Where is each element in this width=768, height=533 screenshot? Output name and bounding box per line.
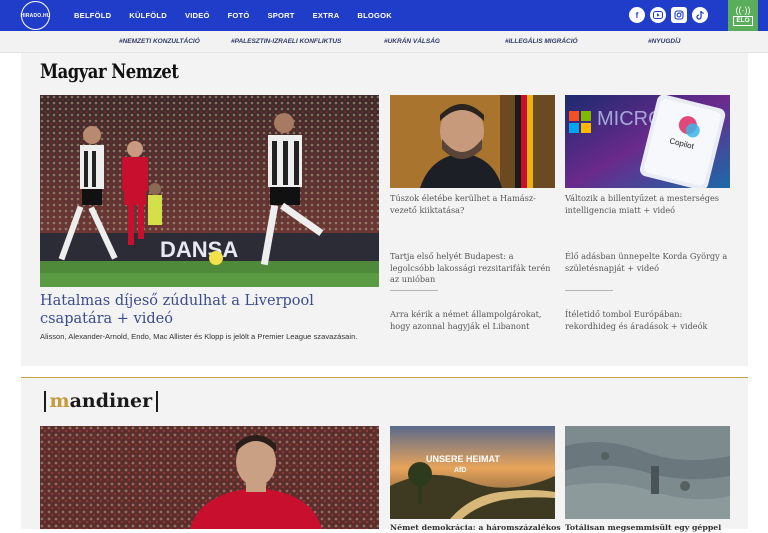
article-title[interactable]: Totálisan megsemmisült egy géppel — [565, 522, 721, 533]
article-title[interactable]: Túszok életébe kerülhet a Hamász-vezető … — [390, 193, 550, 216]
image-headline-text: UNSERE HEIMAT — [426, 454, 500, 464]
tag-link[interactable]: #UKRÁN VÁLSÁG — [384, 38, 440, 45]
nav-link-kulfold[interactable]: KÜLFÖLD — [129, 11, 167, 20]
live-label: ÉLŐ — [733, 16, 753, 26]
live-button[interactable]: ((·)) ÉLŐ — [728, 0, 758, 31]
nav-link-extra[interactable]: EXTRA — [313, 11, 340, 20]
article-title[interactable]: Tartja első helyét Budapest: a legolcsób… — [390, 251, 560, 286]
logo-letter-m: m — [49, 390, 70, 412]
facebook-icon[interactable]: f — [629, 7, 645, 23]
social-links: f — [629, 7, 713, 23]
article-title[interactable]: Ítéletidő tombol Európában: rekordhideg … — [565, 309, 720, 332]
broadcast-icon: ((·)) — [735, 5, 751, 15]
youtube-icon[interactable] — [650, 7, 666, 23]
main-article-image[interactable]: DANSA — [40, 95, 379, 287]
main-menu: BELFÖLD KÜLFÖLD VIDEÓ FOTÓ SPORT EXTRA B… — [74, 0, 410, 31]
top-navigation: HIRADO.HU BELFÖLD KÜLFÖLD VIDEÓ FOTÓ SPO… — [0, 0, 768, 31]
logo-text: andiner — [69, 390, 153, 412]
image-sub-text: AfD — [454, 467, 466, 474]
tag-link[interactable]: #PALESZTIN-IZRAELI KONFLIKTUS — [231, 38, 341, 45]
tiktok-icon[interactable] — [692, 7, 708, 23]
instagram-icon[interactable] — [671, 7, 687, 23]
nav-link-sport[interactable]: SPORT — [267, 11, 294, 20]
article-image-hamasz[interactable] — [390, 95, 555, 188]
mandiner-main-image[interactable] — [40, 426, 379, 529]
article-title[interactable]: Arra kérik a német állampolgárokat, hogy… — [390, 309, 550, 332]
article-title[interactable]: Változik a billentyűzet a mesterséges in… — [565, 193, 730, 216]
mandiner-article-image-afd[interactable]: UNSERE HEIMAT AfD — [390, 426, 555, 519]
mandiner-article-image-ruins[interactable] — [565, 426, 730, 519]
nav-link-belfold[interactable]: BELFÖLD — [74, 11, 111, 20]
logo-bar-right — [156, 390, 158, 412]
trending-tags-bar: #NEMZETI KONZULTÁCIÓ #PALESZTIN-IZRAELI … — [0, 31, 768, 53]
nav-link-blogok[interactable]: BLOGOK — [357, 11, 392, 20]
tag-link[interactable]: #NYUGDÍJ — [648, 38, 681, 45]
divider — [565, 290, 613, 291]
main-article-lead: Alisson, Alexander-Arnold, Endo, Mac All… — [40, 332, 358, 341]
article-title[interactable]: Német demokrácia: a háromszázalékos — [390, 522, 561, 533]
divider — [390, 290, 438, 291]
main-article-title[interactable]: Hatalmas díjeső zúdulhat a Liverpool csa… — [40, 292, 385, 328]
mandiner-logo[interactable]: m andiner — [40, 389, 162, 413]
tag-link[interactable]: #NEMZETI KONZULTÁCIÓ — [119, 38, 200, 45]
article-title[interactable]: Élő adásban ünnepelte Korda György a szü… — [565, 251, 730, 274]
logo-bar-left — [44, 390, 46, 412]
magyar-nemzet-logo[interactable]: Magyar Nemzet — [40, 59, 179, 83]
nav-link-video[interactable]: VIDEÓ — [185, 11, 210, 20]
nav-link-foto[interactable]: FOTÓ — [228, 11, 250, 20]
tag-link[interactable]: #ILLEGÁLIS MIGRÁCIÓ — [505, 38, 578, 45]
site-logo[interactable]: HIRADO.HU — [20, 1, 50, 30]
stadium-banner-text: DANSA — [160, 237, 238, 262]
article-image-copilot[interactable]: MICROSO Copilot — [565, 95, 730, 188]
